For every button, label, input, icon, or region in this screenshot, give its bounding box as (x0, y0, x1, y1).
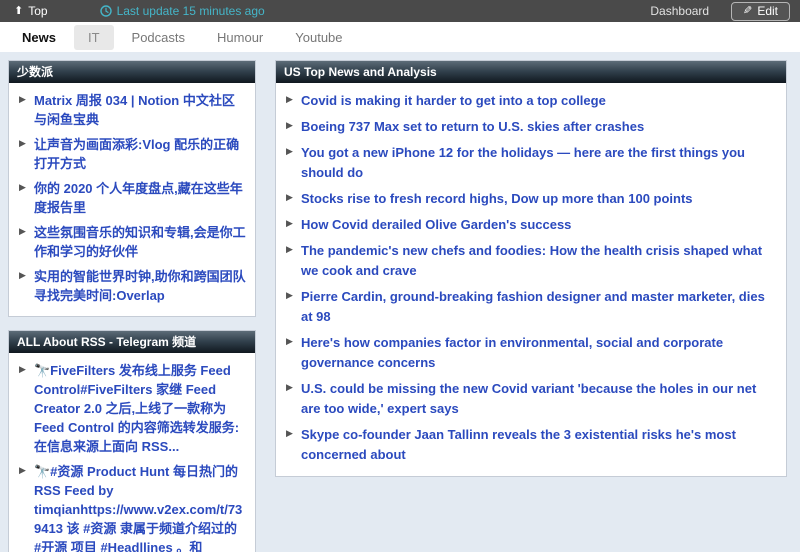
bullet-icon: ▶ (19, 361, 34, 456)
feed-item: ▶ U.S. could be missing the new Covid va… (286, 379, 778, 419)
feed-item-link[interactable]: Stocks rise to fresh record highs, Dow u… (301, 189, 693, 209)
feed-item: ▶ Stocks rise to fresh record highs, Dow… (286, 189, 778, 209)
tab-label: News (22, 30, 56, 45)
bullet-icon: ▶ (286, 215, 301, 235)
bullet-icon: ▶ (286, 425, 301, 465)
left-column: 少数派 ▶ Matrix 周报 034 | Notion 中文社区与闲鱼宝典 ▶… (8, 60, 256, 552)
panel-title: 少数派 (9, 61, 255, 83)
tab-it[interactable]: IT (74, 25, 114, 50)
feed-item: ▶ 🔭#资源 Product Hunt 每日热门的 RSS Feed by ti… (19, 462, 247, 552)
feed-item: ▶ 实用的智能世界时钟,助你和跨国团队寻找完美时间:Overlap (19, 267, 247, 305)
bullet-icon: ▶ (286, 379, 301, 419)
feed-item-link[interactable]: You got a new iPhone 12 for the holidays… (301, 143, 778, 183)
feed-item-link[interactable]: 这些氛围音乐的知识和专辑,会是你工作和学习的好伙伴 (34, 223, 247, 261)
tab-label: Youtube (295, 30, 342, 45)
feed-item-link[interactable]: 🔭#资源 Product Hunt 每日热门的 RSS Feed by timq… (34, 462, 247, 552)
feed-item-link[interactable]: 让声音为画面添彩:Vlog 配乐的正确打开方式 (34, 135, 247, 173)
pencil-icon: ✎ (743, 4, 752, 17)
bullet-icon: ▶ (19, 135, 34, 173)
bullet-icon: ▶ (19, 267, 34, 305)
bullet-icon: ▶ (286, 241, 301, 281)
clock-icon (100, 5, 112, 17)
feed-item-link[interactable]: Covid is making it harder to get into a … (301, 91, 606, 111)
feed-item: ▶ Matrix 周报 034 | Notion 中文社区与闲鱼宝典 (19, 91, 247, 129)
tab-bar: News IT Podcasts Humour Youtube (0, 22, 800, 52)
bullet-icon: ▶ (19, 179, 34, 217)
top-label: Top (28, 4, 47, 18)
bullet-icon: ▶ (19, 91, 34, 129)
bullet-icon: ▶ (286, 287, 301, 327)
feed-item: ▶ You got a new iPhone 12 for the holida… (286, 143, 778, 183)
feed-item-link[interactable]: Matrix 周报 034 | Notion 中文社区与闲鱼宝典 (34, 91, 247, 129)
bullet-icon: ▶ (19, 223, 34, 261)
bullet-icon: ▶ (286, 117, 301, 137)
tab-news[interactable]: News (8, 25, 70, 50)
panel-us-top-news: US Top News and Analysis ▶ Covid is maki… (275, 60, 787, 477)
feed-item: ▶ Here's how companies factor in environ… (286, 333, 778, 373)
feed-item: ▶ Pierre Cardin, ground-breaking fashion… (286, 287, 778, 327)
up-arrow-icon: ⬆ (14, 6, 23, 17)
feed-item: ▶ Covid is making it harder to get into … (286, 91, 778, 111)
panel-shaoshupai: 少数派 ▶ Matrix 周报 034 | Notion 中文社区与闲鱼宝典 ▶… (8, 60, 256, 317)
top-bar: ⬆ Top Last update 15 minutes ago Dashboa… (0, 0, 800, 22)
panel-body: ▶ Covid is making it harder to get into … (276, 83, 786, 476)
bullet-icon: ▶ (286, 333, 301, 373)
last-update-text: Last update 15 minutes ago (117, 4, 265, 18)
bullet-icon: ▶ (286, 91, 301, 111)
feed-item: ▶ 让声音为画面添彩:Vlog 配乐的正确打开方式 (19, 135, 247, 173)
tab-label: IT (88, 30, 100, 45)
edit-button-label: Edit (757, 4, 778, 18)
right-column: US Top News and Analysis ▶ Covid is maki… (275, 60, 787, 490)
feed-item: ▶ 这些氛围音乐的知识和专辑,会是你工作和学习的好伙伴 (19, 223, 247, 261)
panel-title: US Top News and Analysis (276, 61, 786, 83)
feed-item: ▶ How Covid derailed Olive Garden's succ… (286, 215, 778, 235)
tab-humour[interactable]: Humour (203, 25, 277, 50)
tab-youtube[interactable]: Youtube (281, 25, 356, 50)
tab-podcasts[interactable]: Podcasts (118, 25, 199, 50)
scroll-to-top-button[interactable]: ⬆ Top (14, 4, 48, 18)
feed-item-link[interactable]: Here's how companies factor in environme… (301, 333, 778, 373)
bullet-icon: ▶ (286, 143, 301, 183)
panel-body: ▶ Matrix 周报 034 | Notion 中文社区与闲鱼宝典 ▶ 让声音… (9, 83, 255, 316)
feed-item: ▶ Boeing 737 Max set to return to U.S. s… (286, 117, 778, 137)
feed-item-link[interactable]: 你的 2020 个人年度盘点,藏在这些年度报告里 (34, 179, 247, 217)
feed-item-link[interactable]: 🔭FiveFilters 发布线上服务 Feed Control#FiveFil… (34, 361, 247, 456)
feed-item-link[interactable]: Pierre Cardin, ground-breaking fashion d… (301, 287, 778, 327)
bullet-icon: ▶ (286, 189, 301, 209)
feed-item-link[interactable]: How Covid derailed Olive Garden's succes… (301, 215, 571, 235)
feed-item-link[interactable]: Boeing 737 Max set to return to U.S. ski… (301, 117, 644, 137)
tab-label: Podcasts (132, 30, 185, 45)
panel-all-about-rss: ALL About RSS - Telegram 频道 ▶ 🔭FiveFilte… (8, 330, 256, 552)
last-update-status: Last update 15 minutes ago (100, 4, 265, 18)
feed-item-link[interactable]: 实用的智能世界时钟,助你和跨国团队寻找完美时间:Overlap (34, 267, 247, 305)
feed-item: ▶ The pandemic's new chefs and foodies: … (286, 241, 778, 281)
feed-item-link[interactable]: U.S. could be missing the new Covid vari… (301, 379, 778, 419)
bullet-icon: ▶ (19, 462, 34, 552)
edit-button[interactable]: ✎ Edit (731, 2, 790, 21)
dashboard-link[interactable]: Dashboard (650, 4, 709, 18)
panel-title: ALL About RSS - Telegram 频道 (9, 331, 255, 353)
dashboard-content: 少数派 ▶ Matrix 周报 034 | Notion 中文社区与闲鱼宝典 ▶… (0, 52, 800, 552)
feed-item: ▶ Skype co-founder Jaan Tallinn reveals … (286, 425, 778, 465)
tab-label: Humour (217, 30, 263, 45)
feed-item: ▶ 你的 2020 个人年度盘点,藏在这些年度报告里 (19, 179, 247, 217)
panel-body: ▶ 🔭FiveFilters 发布线上服务 Feed Control#FiveF… (9, 353, 255, 552)
feed-item-link[interactable]: Skype co-founder Jaan Tallinn reveals th… (301, 425, 778, 465)
feed-item-link[interactable]: The pandemic's new chefs and foodies: Ho… (301, 241, 778, 281)
feed-item: ▶ 🔭FiveFilters 发布线上服务 Feed Control#FiveF… (19, 361, 247, 456)
